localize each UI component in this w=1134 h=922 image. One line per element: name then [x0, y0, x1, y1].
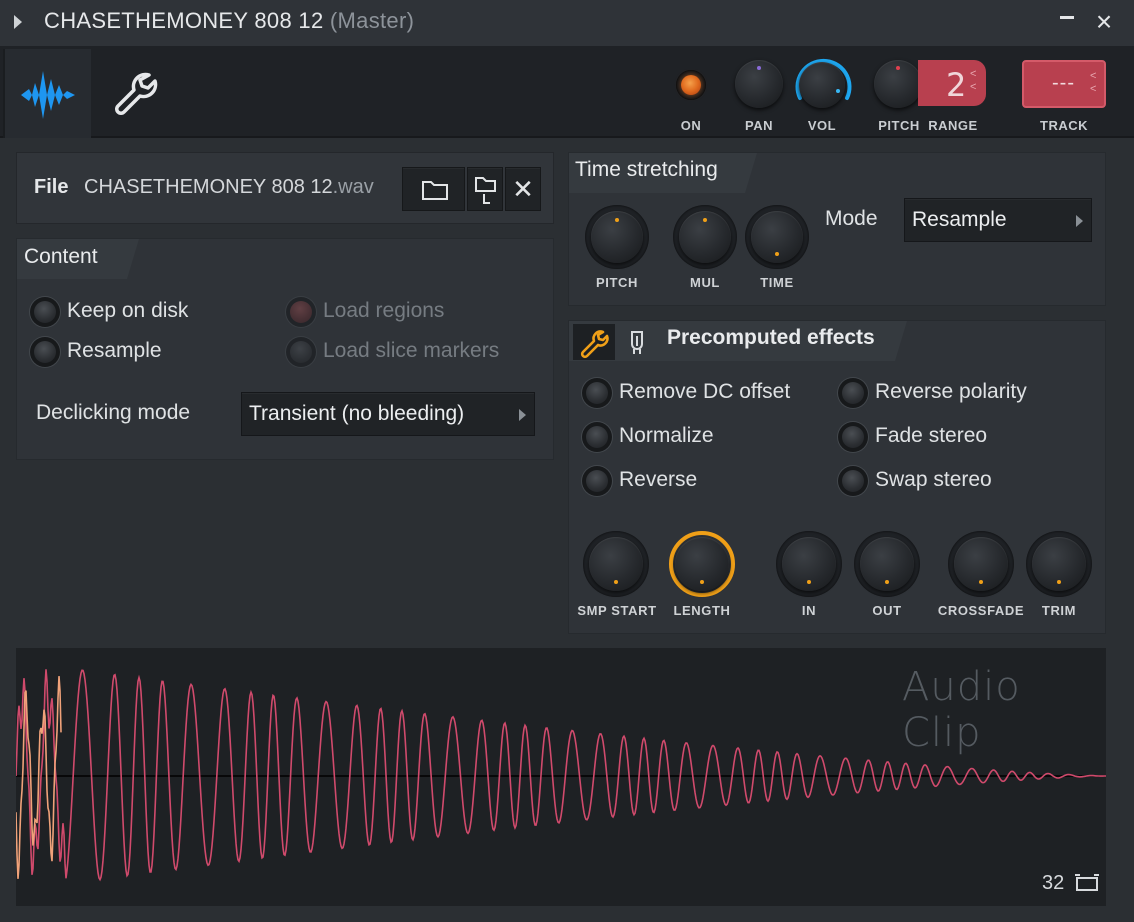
normalize-label: Normalize [619, 424, 714, 447]
load-slice-markers-label: Load slice markers [323, 339, 500, 362]
content-panel: Content Keep on disk Resample Load regio… [16, 238, 554, 460]
remove-dc-offset-checkbox[interactable] [582, 378, 612, 408]
wrench-icon [580, 330, 609, 359]
ts-time-knob[interactable] [751, 211, 803, 263]
ts-time-label: TIME [760, 275, 794, 290]
file-label: File [34, 176, 69, 198]
length-knob[interactable] [675, 537, 729, 591]
keep-on-disk-checkbox[interactable] [30, 297, 60, 327]
pitch-range-value: 2 [946, 66, 967, 104]
waveform-display[interactable]: Audio Clip 32 [15, 648, 1106, 906]
title-bar: CHASETHEMONEY 808 12 (Master) × [0, 0, 1134, 46]
file-name-base: CHASETHEMONEY 808 12 [84, 176, 333, 198]
file-name: CHASETHEMONEY 808 12.wav [84, 176, 374, 199]
tab-sample-settings[interactable] [3, 49, 91, 138]
locate-file-button[interactable] [467, 167, 503, 211]
minimize-button[interactable] [1060, 16, 1074, 19]
smp-start-knob[interactable] [589, 537, 643, 591]
close-button[interactable]: × [1092, 8, 1116, 36]
ts-pitch-label: PITCH [596, 275, 638, 290]
fade-stereo-checkbox[interactable] [838, 422, 868, 452]
time-stretching-title: Time stretching [575, 158, 718, 181]
in-knob[interactable] [782, 537, 836, 591]
declicking-mode-label: Declicking mode [36, 401, 191, 424]
pitch-range-stepper[interactable]: 2 < < [918, 60, 986, 106]
trim-knob[interactable] [1032, 537, 1086, 591]
length-label: LENGTH [673, 603, 731, 618]
chevron-right-icon [1076, 215, 1083, 227]
reverse-checkbox[interactable] [582, 466, 612, 496]
content-title: Content [24, 245, 98, 268]
out-label: OUT [872, 603, 902, 618]
tube-icon [631, 331, 643, 354]
chevron-right-icon [519, 409, 526, 421]
keep-on-disk-label: Keep on disk [67, 299, 189, 322]
ts-pitch-knob[interactable] [591, 211, 643, 263]
load-slice-markers-checkbox[interactable] [286, 337, 316, 367]
window-title-text: CHASETHEMONEY 808 12 [44, 8, 324, 33]
file-row: File CHASETHEMONEY 808 12.wav ✕ [16, 152, 554, 224]
out-knob[interactable] [860, 537, 914, 591]
waveform-icon [21, 71, 75, 119]
track-value: --- [1052, 72, 1075, 94]
trim-label: TRIM [1041, 603, 1077, 618]
pan-knob[interactable] [735, 60, 783, 108]
declicking-mode-value: Transient (no bleeding) [249, 402, 465, 425]
track-selector[interactable]: --- < < [1022, 60, 1106, 108]
window-title: CHASETHEMONEY 808 12 (Master) [44, 8, 414, 34]
zoom-fit-icon[interactable] [1074, 872, 1100, 894]
file-name-ext: .wav [332, 176, 374, 198]
load-regions-checkbox[interactable] [286, 297, 316, 327]
clear-file-button[interactable]: ✕ [505, 167, 541, 211]
time-stretch-mode-select[interactable]: Resample [904, 198, 1092, 242]
effects-settings-button[interactable] [573, 324, 615, 360]
declicking-mode-select[interactable]: Transient (no bleeding) [241, 392, 535, 436]
range-stepper-arrows-icon: < < [970, 68, 977, 93]
remove-dc-offset-label: Remove DC offset [619, 380, 791, 403]
resample-label: Resample [67, 339, 162, 362]
mode-label: Mode [825, 207, 878, 230]
pan-label: PAN [745, 118, 773, 133]
on-label: ON [680, 118, 702, 133]
audio-clip-title: Audio Clip [902, 664, 1021, 756]
wrench-icon [115, 72, 158, 115]
fade-stereo-label: Fade stereo [875, 424, 988, 447]
header-tab-slant [743, 153, 757, 193]
range-label: RANGE [928, 118, 978, 133]
on-led-toggle[interactable] [676, 70, 706, 100]
ts-mul-knob[interactable] [679, 211, 731, 263]
vol-label: VOL [807, 118, 837, 133]
file-locate-icon [475, 177, 496, 204]
resample-checkbox[interactable] [30, 337, 60, 367]
swap-stereo-label: Swap stereo [875, 468, 992, 491]
time-stretching-panel: Time stretching PITCH MUL TIME Mode Resa… [568, 152, 1106, 306]
track-label: TRACK [1040, 118, 1088, 133]
reverse-polarity-label: Reverse polarity [875, 380, 1027, 403]
open-file-button[interactable] [402, 167, 465, 211]
window-title-suffix: (Master) [329, 8, 415, 33]
mode-value: Resample [912, 208, 1007, 231]
reverse-label: Reverse [619, 468, 698, 491]
volume-knob[interactable] [799, 62, 845, 108]
header-tab-slant [125, 239, 139, 279]
crossfade-knob[interactable] [954, 537, 1008, 591]
zoom-value: 32 [1042, 872, 1065, 894]
tab-instrument-properties[interactable] [91, 49, 179, 138]
precomputed-effects-panel: Precomputed effects Remove DC offset Nor… [568, 320, 1106, 634]
precomputed-effects-title: Precomputed effects [667, 326, 875, 349]
close-icon: ✕ [512, 174, 534, 204]
header-tab-slant [893, 321, 907, 361]
track-stepper-arrows-icon: < < [1090, 70, 1097, 95]
reverse-polarity-checkbox[interactable] [838, 378, 868, 408]
expand-triangle-icon[interactable] [14, 15, 22, 29]
swap-stereo-checkbox[interactable] [838, 466, 868, 496]
load-regions-label: Load regions [323, 299, 445, 322]
pitch-label: PITCH [878, 118, 920, 133]
folder-icon [422, 181, 448, 200]
normalize-checkbox[interactable] [582, 422, 612, 452]
pitch-knob[interactable] [874, 60, 922, 108]
